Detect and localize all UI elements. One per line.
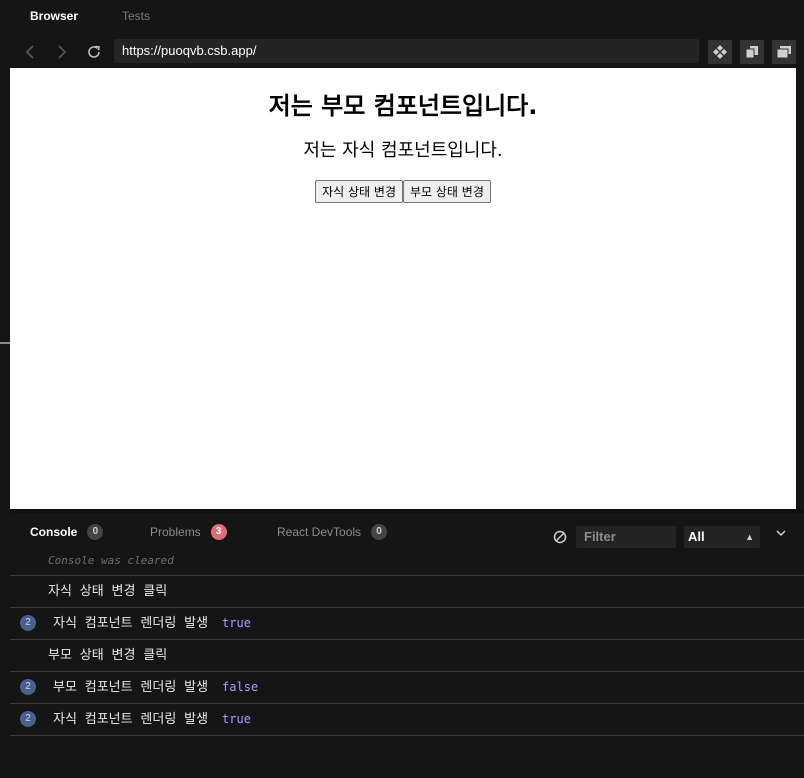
repeat-count-badge: 2 [20,615,36,631]
tab-tests[interactable]: Tests [122,0,150,34]
preview-scroll-gutter [796,68,804,509]
log-level-value: All [688,529,705,544]
browser-navigation-bar: https://puoqvb.csb.app/ [10,34,804,68]
tab-browser[interactable]: Browser [30,0,78,34]
log-value: false [222,680,259,694]
console-log-list: Console was cleared 자식 상태 변경 클릭 2 자식 컴포넌… [10,547,804,736]
console-tab-bar: Console 0 Problems 3 React DevTools 0 Fi… [10,517,804,548]
reload-icon [88,45,100,58]
back-icon [25,45,34,59]
copy-icon [745,46,758,59]
move-icon [713,45,727,59]
left-edge [0,0,10,774]
move-button[interactable] [708,40,732,64]
log-message: 자식 컴포넌트 렌더링 발생 [53,616,209,631]
tab-problems[interactable]: Problems 3 [150,517,227,547]
tab-problems-label: Problems [150,525,201,539]
preview-frame: 저는 부모 컴포넌트입니다. 저는 자식 컴포넌트입니다. 자식 상태 변경 부… [10,68,796,509]
reload-button[interactable] [82,40,106,64]
console-panel: Console 0 Problems 3 React DevTools 0 Fi… [10,509,804,778]
tab-console[interactable]: Console 0 [30,517,104,547]
child-heading: 저는 자식 컴포넌트입니다. [303,140,503,161]
console-count-badge: 0 [87,524,104,540]
new-window-icon [776,46,791,59]
log-row: 2 자식 컴포넌트 렌더링 발생 true [10,704,804,736]
tab-react-devtools-label: React DevTools [277,525,362,539]
log-row: 부모 상태 변경 클릭 [10,640,804,672]
console-cleared-message: Console was cleared [10,547,804,576]
filter-input[interactable]: Filter [576,526,676,548]
chevron-down-icon[interactable] [776,529,786,537]
url-input[interactable]: https://puoqvb.csb.app/ [114,39,699,63]
devtools-count-badge: 0 [371,524,388,540]
log-message: 자식 컴포넌트 렌더링 발생 [53,712,209,727]
log-message: 자식 상태 변경 클릭 [48,584,168,599]
parent-heading: 저는 부모 컴포넌트입니다. [268,92,538,120]
log-row: 2 부모 컴포넌트 렌더링 발생 false [10,672,804,704]
child-state-button[interactable]: 자식 상태 변경 [315,180,403,203]
log-row: 자식 상태 변경 클릭 [10,576,804,608]
edge-marker [0,342,10,344]
repeat-count-badge: 2 [20,679,36,695]
button-group: 자식 상태 변경 부모 상태 변경 [10,180,796,203]
log-value: true [222,712,251,726]
log-message: 부모 상태 변경 클릭 [48,648,168,663]
parent-state-button[interactable]: 부모 상태 변경 [403,180,491,203]
copy-button[interactable] [740,40,764,64]
tab-react-devtools[interactable]: React DevTools 0 [277,517,388,547]
new-window-button[interactable] [772,40,796,64]
log-message: 부모 컴포넌트 렌더링 발생 [53,680,209,695]
panel-tab-bar: Browser Tests [10,0,804,34]
forward-button[interactable] [50,40,74,64]
problems-count-badge: 3 [210,524,227,540]
forward-icon [58,45,67,59]
log-row: 2 자식 컴포넌트 렌더링 발생 true [10,608,804,640]
tab-console-label: Console [30,525,78,539]
select-arrows-icon: ▲ [745,532,754,542]
back-button[interactable] [18,40,42,64]
clear-icon[interactable] [553,530,567,544]
log-level-select[interactable]: All ▲ [684,526,760,548]
repeat-count-badge: 2 [20,711,36,727]
log-value: true [222,616,251,630]
